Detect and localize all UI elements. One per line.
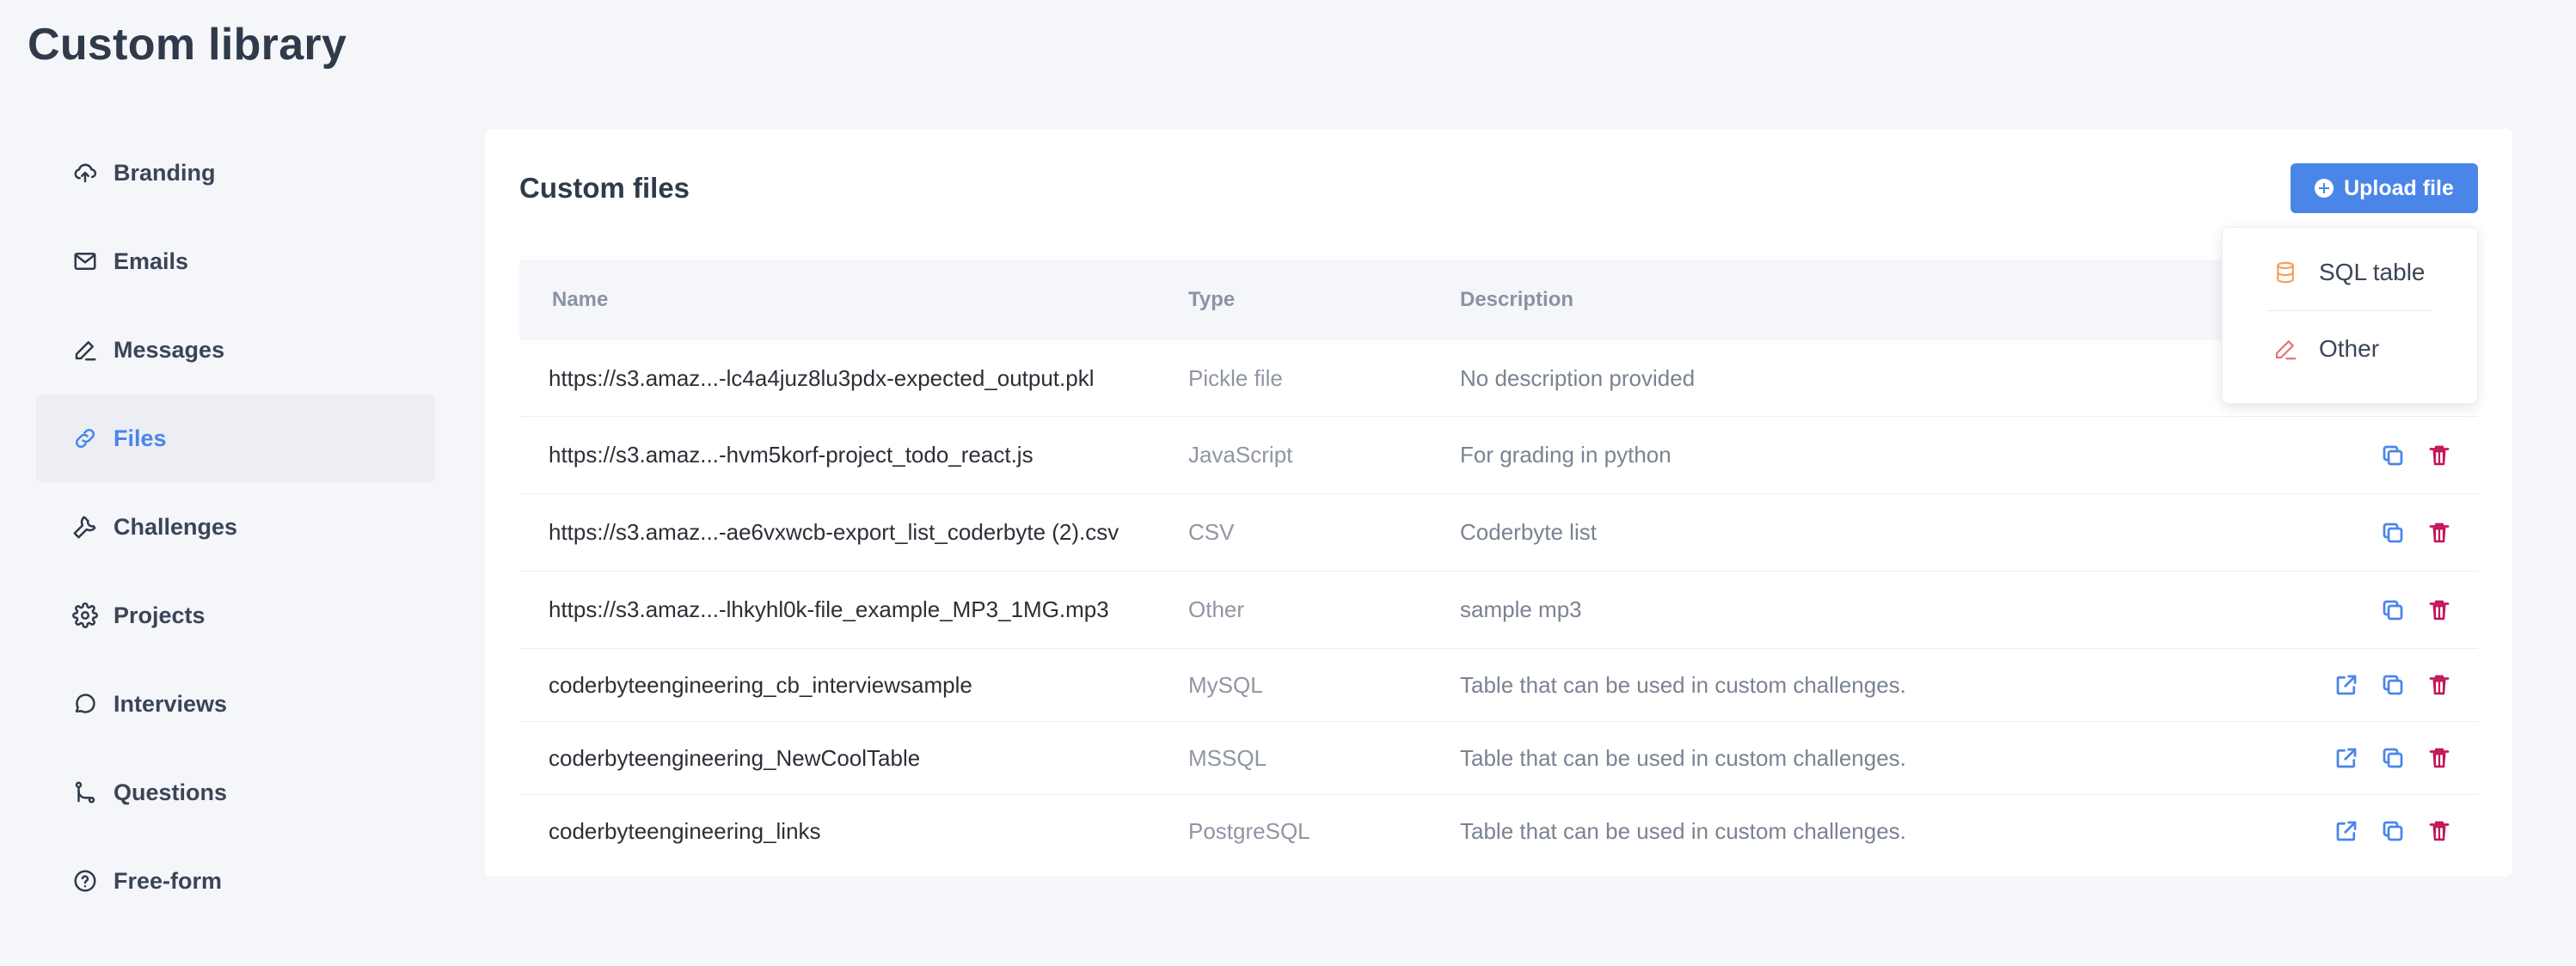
menu-item-label: SQL table <box>2319 259 2426 285</box>
sidebar-item-label: Challenges <box>113 513 238 540</box>
menu-item-sql-table[interactable]: SQL table <box>2223 235 2477 310</box>
file-type: PostgreSQL <box>1188 817 1310 844</box>
file-type: MSSQL <box>1188 744 1267 771</box>
sidebar-item-label: Files <box>113 425 167 451</box>
file-name[interactable]: coderbyteengineering_NewCoolTable <box>519 745 1159 772</box>
sidebar-item-files[interactable]: Files <box>36 394 435 482</box>
table-row: https://s3.amaz...-lhkyhl0k-file_example… <box>519 572 2478 649</box>
menu-item-label: Other <box>2319 335 2380 362</box>
trash-icon[interactable] <box>2426 443 2452 468</box>
file-type: Pickle file <box>1188 364 1283 391</box>
menu-item-other[interactable]: Other <box>2223 311 2477 387</box>
sidebar-item-label: Emails <box>113 248 189 274</box>
sidebar-item-label: Branding <box>113 159 216 186</box>
chat-bubble-icon <box>71 689 100 718</box>
sidebar-item-branding[interactable]: Branding <box>36 129 435 217</box>
sidebar-item-emails[interactable]: Emails <box>36 217 435 305</box>
card-title: Custom files <box>519 172 690 204</box>
upload-type-dropdown: SQL table Other <box>2222 227 2478 404</box>
table-row: coderbyteengineering_cb_interviewsample … <box>519 649 2478 722</box>
wrench-icon <box>71 512 100 541</box>
file-description: For grading in python <box>1460 442 1671 468</box>
sidebar-item-label: Messages <box>113 336 225 363</box>
upload-file-button[interactable]: Upload file <box>2291 163 2478 213</box>
question-circle-icon <box>71 866 100 896</box>
sidebar-item-interviews[interactable]: Interviews <box>36 660 435 748</box>
table-row: coderbyteengineering_NewCoolTable MSSQL … <box>519 722 2478 795</box>
column-header-type[interactable]: Type <box>1159 288 1431 312</box>
pencil-icon <box>2272 336 2298 362</box>
external-link-icon[interactable] <box>2334 745 2359 771</box>
sidebar-item-questions[interactable]: Questions <box>36 749 435 836</box>
sidebar: Branding Emails Messages Files Challenge… <box>36 129 435 926</box>
external-link-icon[interactable] <box>2334 672 2359 698</box>
page-title: Custom library <box>28 20 347 70</box>
branch-icon <box>71 778 100 807</box>
file-description: No description provided <box>1460 364 1696 391</box>
files-table: Name Type Description https://s3.amaz...… <box>519 260 2478 867</box>
file-name[interactable]: https://s3.amaz...-ae6vxwcb-export_list_… <box>519 519 1159 546</box>
envelope-icon <box>71 247 100 276</box>
plus-circle-icon <box>2315 179 2334 198</box>
sidebar-item-label: Questions <box>113 779 228 805</box>
database-icon <box>2272 260 2298 285</box>
gear-icon <box>71 601 100 630</box>
file-type: CSV <box>1188 519 1235 545</box>
custom-files-card: Custom files Upload file Name Type Descr… <box>485 129 2512 877</box>
file-name[interactable]: coderbyteengineering_cb_interviewsample <box>519 672 1159 699</box>
copy-icon[interactable] <box>2380 672 2406 698</box>
table-row: https://s3.amaz...-hvm5korf-project_todo… <box>519 417 2478 494</box>
file-description: sample mp3 <box>1460 596 1582 622</box>
external-link-icon[interactable] <box>2334 818 2359 844</box>
file-type: MySQL <box>1188 671 1263 698</box>
file-name[interactable]: coderbyteengineering_links <box>519 818 1159 845</box>
sidebar-item-label: Projects <box>113 602 205 628</box>
sidebar-item-challenges[interactable]: Challenges <box>36 483 435 571</box>
sidebar-item-projects[interactable]: Projects <box>36 572 435 659</box>
trash-icon[interactable] <box>2426 672 2452 698</box>
trash-icon[interactable] <box>2426 745 2452 771</box>
copy-icon[interactable] <box>2380 818 2406 844</box>
trash-icon[interactable] <box>2426 818 2452 844</box>
sidebar-item-free-form[interactable]: Free-form <box>36 837 435 925</box>
copy-icon[interactable] <box>2380 520 2406 546</box>
table-row: coderbyteengineering_links PostgreSQL Ta… <box>519 795 2478 867</box>
file-type: Other <box>1188 596 1245 622</box>
file-description: Table that can be used in custom challen… <box>1460 671 1906 698</box>
file-name[interactable]: https://s3.amaz...-lhkyhl0k-file_example… <box>519 596 1159 623</box>
file-description: Coderbyte list <box>1460 519 1597 545</box>
file-type: JavaScript <box>1188 442 1293 468</box>
upload-file-label: Upload file <box>2344 175 2454 200</box>
copy-icon[interactable] <box>2380 443 2406 468</box>
sidebar-item-label: Interviews <box>113 690 228 717</box>
cloud-upload-icon <box>71 158 100 187</box>
sidebar-item-label: Free-form <box>113 867 223 894</box>
file-name[interactable]: https://s3.amaz...-lc4a4juz8lu3pdx-expec… <box>519 365 1159 392</box>
table-row: https://s3.amaz...-ae6vxwcb-export_list_… <box>519 494 2478 572</box>
file-name[interactable]: https://s3.amaz...-hvm5korf-project_todo… <box>519 442 1159 468</box>
pencil-icon <box>71 335 100 364</box>
trash-icon[interactable] <box>2426 597 2452 623</box>
column-header-description[interactable]: Description <box>1431 288 2291 312</box>
table-header: Name Type Description <box>519 260 2478 340</box>
link-icon <box>71 424 100 453</box>
column-header-name[interactable]: Name <box>519 288 1159 312</box>
file-description: Table that can be used in custom challen… <box>1460 744 1906 771</box>
table-row: https://s3.amaz...-lc4a4juz8lu3pdx-expec… <box>519 340 2478 417</box>
sidebar-item-messages[interactable]: Messages <box>36 306 435 394</box>
copy-icon[interactable] <box>2380 745 2406 771</box>
trash-icon[interactable] <box>2426 520 2452 546</box>
copy-icon[interactable] <box>2380 597 2406 623</box>
file-description: Table that can be used in custom challen… <box>1460 817 1906 844</box>
